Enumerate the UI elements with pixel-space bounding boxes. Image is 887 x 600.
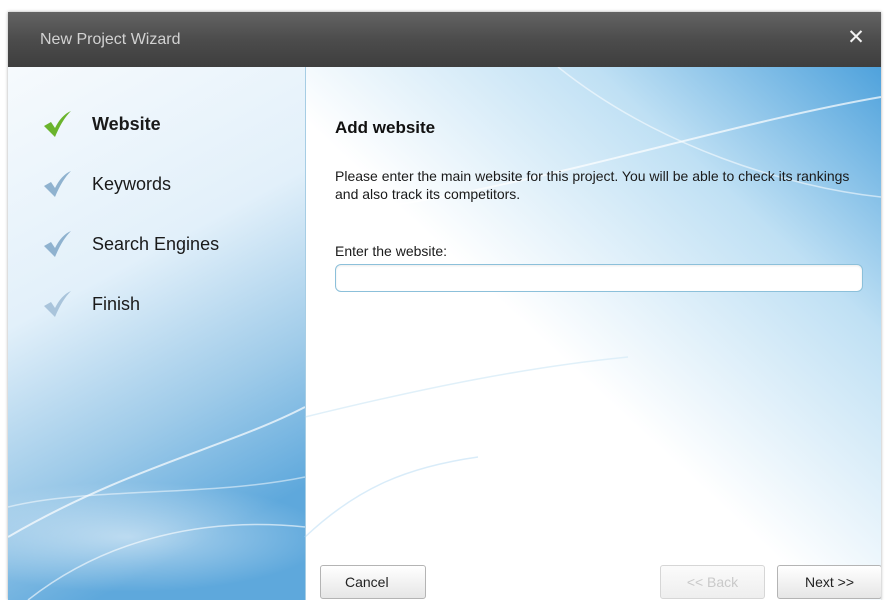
step-content: Add website Please enter the main websit…: [335, 67, 875, 600]
wizard-window: New Project Wizard ✕ Website Keywords Se…: [8, 12, 881, 600]
close-icon[interactable]: ✕: [845, 26, 867, 48]
checkmark-icon: [44, 291, 71, 317]
cancel-button[interactable]: Cancel: [320, 565, 426, 599]
step-label: Finish: [92, 294, 141, 314]
wizard-body: Website Keywords Search Engines Finish A…: [8, 67, 881, 600]
website-input[interactable]: [335, 264, 863, 292]
window-title: New Project Wizard: [40, 31, 181, 48]
back-button[interactable]: << Back: [660, 565, 765, 599]
step-label: Keywords: [92, 174, 172, 194]
page-title: Add website: [335, 118, 436, 137]
title-bar: New Project Wizard ✕: [8, 12, 881, 67]
checkmark-icon: [44, 111, 71, 137]
step-label: Website: [92, 114, 161, 134]
next-button[interactable]: Next >>: [777, 565, 881, 599]
website-field-label: Enter the website:: [335, 243, 448, 259]
checkmark-icon: [44, 231, 71, 257]
step-description: Please enter the main website for this p…: [335, 168, 850, 202]
checkmark-icon: [44, 171, 71, 197]
wizard-steps-sidebar: Website Keywords Search Engines Finish: [8, 67, 306, 600]
step-label: Search Engines: [92, 234, 220, 254]
